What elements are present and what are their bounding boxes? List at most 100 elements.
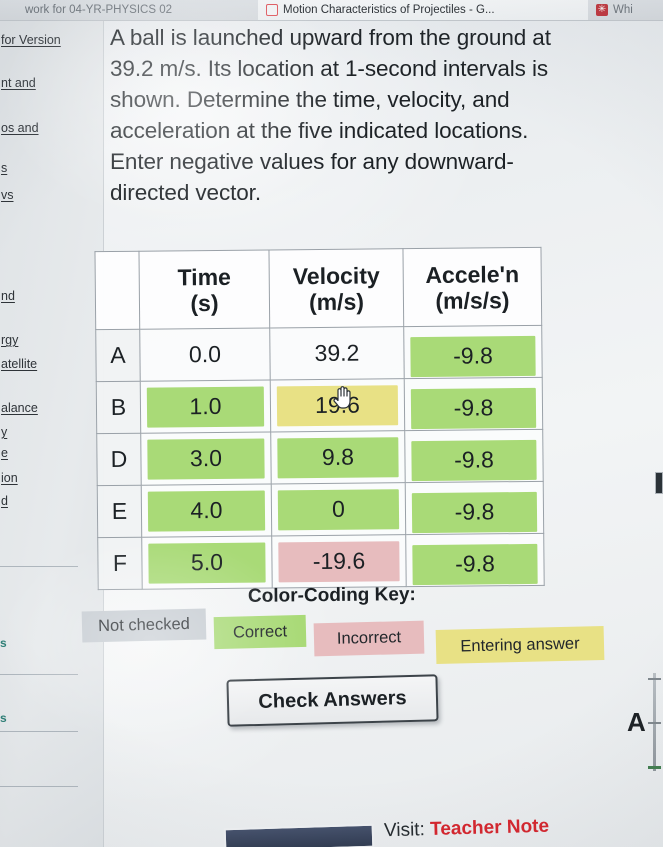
sidebar-divider-2 (0, 674, 78, 675)
row-label-e: E (97, 485, 142, 538)
prompt-line-3: shown. Determine the time, velocity, and (110, 87, 510, 112)
column-header-time: Time (s) (138, 249, 270, 330)
table-corner-cell (94, 251, 140, 330)
diagram-tick-1 (648, 678, 661, 680)
color-key-title: Color-Coding Key: (247, 584, 416, 607)
sidebar-divider-4 (0, 786, 78, 787)
cell-b-velocity-value[interactable]: 19.6 (276, 384, 399, 426)
cell-e-time-value[interactable]: 4.0 (147, 490, 266, 532)
question-prompt: A ball is launched upward from the groun… (110, 22, 650, 208)
cell-f-time-value[interactable]: 5.0 (148, 542, 266, 584)
table-row: A 0.0 39.2 -9.8 (95, 325, 543, 382)
prompt-line-1: A ball is launched upward from the groun… (110, 25, 551, 50)
browser-tab-3[interactable]: ✳ Whi (588, 0, 663, 20)
cell-f-velocity[interactable]: -19.6 (271, 534, 407, 588)
sidebar-link-7[interactable]: atellite (0, 357, 37, 371)
answer-table: Time (s) Velocity (m/s) Accele'n (m/s/s) (94, 246, 545, 591)
legend-chip-entering-answer: Entering answer (435, 625, 605, 665)
sidebar-link-11[interactable]: ion (0, 471, 18, 485)
cell-b-velocity[interactable]: 19.6 (270, 378, 405, 432)
sidebar-link-10[interactable]: e (0, 446, 8, 460)
cell-e-time[interactable]: 4.0 (141, 483, 272, 538)
legend-chip-correct-label: Correct (232, 621, 288, 642)
column-header-time-title: Time (177, 263, 231, 290)
prompt-line-2: 39.2 m/s. Its location at 1-second inter… (110, 56, 549, 81)
footer-prefix: Visit: (383, 819, 426, 842)
cell-d-acceleration-value[interactable]: -9.8 (411, 439, 537, 481)
cell-a-acceleration[interactable]: -9.8 (403, 325, 543, 379)
cell-d-time[interactable]: 3.0 (140, 431, 272, 486)
row-label-a: A (95, 329, 141, 382)
cell-b-acceleration-value[interactable]: -9.8 (410, 387, 537, 429)
sidebar-link-6[interactable]: rgy (0, 333, 18, 347)
prompt-line-6: directed vector. (110, 180, 261, 205)
asterisk-red-icon: ✳ (596, 4, 608, 16)
row-label-f: F (97, 537, 143, 590)
cell-a-velocity[interactable]: 39.2 (269, 326, 405, 380)
check-answers-button-label: Check Answers (258, 687, 407, 713)
sidebar-link-8[interactable]: alance (0, 401, 38, 415)
cell-b-time-value[interactable]: 1.0 (146, 386, 265, 428)
cell-b-time[interactable]: 1.0 (140, 379, 271, 434)
column-header-velocity: Velocity (m/s) (268, 248, 404, 328)
legend-chip-not-checked: Not checked (81, 608, 207, 643)
sidebar-link-4[interactable]: vs (0, 188, 14, 202)
sidebar-link-5[interactable]: nd (0, 289, 15, 303)
cell-a-velocity-value[interactable]: 39.2 (276, 333, 397, 374)
cell-d-time-value[interactable]: 3.0 (147, 438, 265, 480)
cell-f-velocity-value[interactable]: -19.6 (278, 540, 400, 582)
legend-chip-entering-answer-label: Entering answer (460, 634, 580, 655)
legend-chip-incorrect-label: Incorrect (336, 628, 402, 648)
column-header-time-unit: (s) (190, 289, 219, 316)
sidebar-mark-1: s (0, 711, 7, 725)
cell-a-time-value[interactable]: 0.0 (146, 334, 263, 375)
diagram-tick-3 (648, 766, 661, 769)
cell-f-acceleration-value[interactable]: -9.8 (412, 543, 538, 585)
cell-e-velocity-value[interactable]: 0 (277, 488, 400, 530)
sidebar-link-9[interactable]: y (0, 425, 7, 439)
browser-tab-3-title: Whi (613, 4, 633, 16)
column-header-acceleration: Accele'n (m/s/s) (402, 247, 542, 327)
cell-d-velocity-value[interactable]: 9.8 (277, 436, 399, 478)
column-header-acceleration-title: Accele'n (425, 260, 520, 288)
footer-brand-link[interactable]: Teacher Note (430, 816, 550, 840)
cell-d-velocity[interactable]: 9.8 (270, 430, 406, 484)
cell-b-acceleration[interactable]: -9.8 (404, 377, 543, 431)
cell-e-acceleration[interactable]: -9.8 (405, 481, 544, 535)
column-header-acceleration-unit: (m/s/s) (435, 286, 510, 314)
cell-a-acceleration-value[interactable]: -9.8 (410, 335, 536, 377)
cell-e-velocity[interactable]: 0 (271, 482, 406, 536)
browser-tab-strip: work for 04-YR-PHYSICS 02 Motion Charact… (0, 0, 663, 21)
sidebar-mark-0: s (0, 636, 7, 650)
screen-photo: work for 04-YR-PHYSICS 02 Motion Charact… (0, 0, 663, 847)
table-row: F 5.0 -19.6 -9.8 (97, 533, 545, 590)
diagram-tick-2 (648, 722, 661, 724)
column-header-velocity-unit: (m/s) (308, 288, 365, 315)
browser-tab-1[interactable]: work for 04-YR-PHYSICS 02 (0, 0, 258, 20)
answer-table-container: Time (s) Velocity (m/s) Accele'n (m/s/s) (94, 246, 545, 591)
sidebar-link-1[interactable]: nt and (0, 76, 36, 90)
footer-dark-panel (223, 823, 375, 847)
prompt-line-4: acceleration at the five indicated locat… (110, 118, 529, 143)
diagram-edge-sliver (655, 472, 663, 494)
table-row: E 4.0 0 -9.8 (97, 481, 544, 538)
cell-f-acceleration[interactable]: -9.8 (405, 533, 545, 587)
sidebar-link-0[interactable]: for Version (0, 33, 61, 47)
cell-a-time[interactable]: 0.0 (139, 327, 271, 382)
row-label-b: B (96, 381, 141, 434)
sidebar-link-3[interactable]: s (0, 161, 7, 175)
blank-icon (8, 4, 20, 16)
cell-d-acceleration[interactable]: -9.8 (404, 429, 544, 483)
check-answers-button[interactable]: Check Answers (226, 674, 439, 727)
sidebar-divider-3 (0, 731, 78, 732)
document-outline-icon (266, 4, 278, 16)
prompt-line-5: Enter negative values for any downward- (110, 149, 514, 174)
sidebar-link-12[interactable]: d (0, 494, 8, 508)
cell-f-time[interactable]: 5.0 (141, 535, 273, 590)
column-header-velocity-title: Velocity (292, 261, 380, 289)
browser-tab-2[interactable]: Motion Characteristics of Projectiles - … (258, 0, 588, 20)
legend-chip-not-checked-label: Not checked (97, 614, 191, 636)
row-label-d: D (96, 433, 142, 486)
cell-e-acceleration-value[interactable]: -9.8 (411, 491, 538, 533)
sidebar-link-2[interactable]: os and (0, 121, 39, 135)
